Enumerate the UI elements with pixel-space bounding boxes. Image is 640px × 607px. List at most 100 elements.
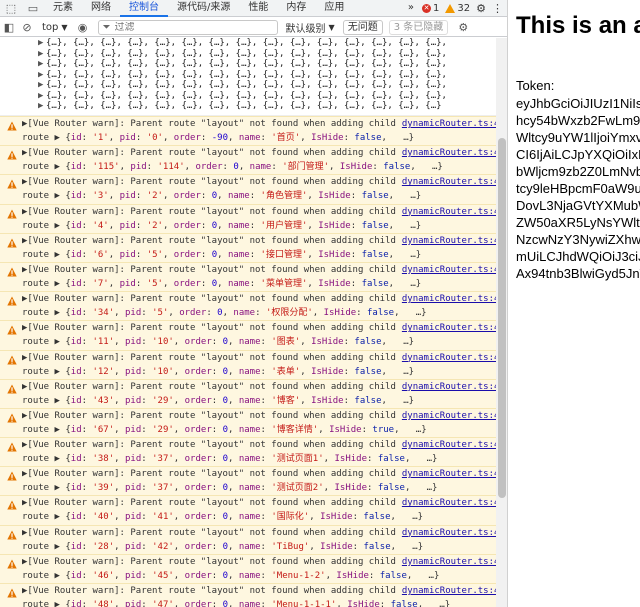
- warning-message[interactable]: ▶[Vue Router warn]: Parent route "layout…: [0, 553, 496, 583]
- warning-text[interactable]: ▶[Vue Router warn]: Parent route "layout…: [22, 438, 396, 452]
- warning-text[interactable]: ▶[Vue Router warn]: Parent route "layout…: [22, 526, 396, 540]
- warning-message[interactable]: ▶[Vue Router warn]: Parent route "layout…: [0, 145, 496, 175]
- warning-text[interactable]: ▶[Vue Router warn]: Parent route "layout…: [22, 205, 396, 219]
- live-expression-eye-icon[interactable]: ◉: [74, 18, 92, 37]
- route-object[interactable]: route ▶ {id: '7', pid: '5', order: 0, na…: [22, 277, 496, 291]
- array-line[interactable]: ▶ {…}, {…}, {…}, {…}, {…}, {…}, {…}, {…},…: [38, 49, 496, 60]
- expand-caret-icon[interactable]: ▶: [38, 101, 46, 112]
- array-line[interactable]: ▶ {…}, {…}, {…}, {…}, {…}, {…}, {…}, {…},…: [38, 91, 496, 102]
- source-link[interactable]: dynamicRouter.ts:42: [402, 205, 496, 219]
- source-link[interactable]: dynamicRouter.ts:42: [402, 234, 496, 248]
- warning-text[interactable]: ▶[Vue Router warn]: Parent route "layout…: [22, 117, 396, 131]
- sidebar-toggle-icon[interactable]: ◧: [0, 18, 18, 37]
- array-line[interactable]: ▶ {…}, {…}, {…}, {…}, {…}, {…}, {…}, {…},…: [38, 70, 496, 81]
- source-link[interactable]: dynamicRouter.ts:42: [402, 117, 496, 131]
- warning-message[interactable]: ▶[Vue Router warn]: Parent route "layout…: [0, 466, 496, 496]
- route-object[interactable]: route ▶ {id: '28', pid: '42', order: 0, …: [22, 540, 496, 554]
- source-link[interactable]: dynamicRouter.ts:42: [402, 555, 496, 569]
- route-object[interactable]: route ▶ {id: '46', pid: '45', order: 0, …: [22, 569, 496, 583]
- warning-message[interactable]: ▶[Vue Router warn]: Parent route "layout…: [0, 349, 496, 379]
- warning-message[interactable]: ▶[Vue Router warn]: Parent route "layout…: [0, 291, 496, 321]
- route-object[interactable]: route ▶ {id: '39', pid: '37', order: 0, …: [22, 481, 496, 495]
- tab-3[interactable]: 源代码/来源: [168, 0, 239, 17]
- warning-message[interactable]: ▶[Vue Router warn]: Parent route "layout…: [0, 583, 496, 607]
- source-link[interactable]: dynamicRouter.ts:42: [402, 175, 496, 189]
- source-link[interactable]: dynamicRouter.ts:42: [402, 146, 496, 160]
- source-link[interactable]: dynamicRouter.ts:42: [402, 380, 496, 394]
- warning-text[interactable]: ▶[Vue Router warn]: Parent route "layout…: [22, 496, 396, 510]
- route-object[interactable]: route ▶ {id: '4', pid: '2', order: 0, na…: [22, 219, 496, 233]
- warning-text[interactable]: ▶[Vue Router warn]: Parent route "layout…: [22, 321, 396, 335]
- settings-gear-icon[interactable]: ⚙: [476, 2, 486, 15]
- source-link[interactable]: dynamicRouter.ts:42: [402, 321, 496, 335]
- warning-message[interactable]: ▶[Vue Router warn]: Parent route "layout…: [0, 407, 496, 438]
- route-object[interactable]: route ▶ {id: '67', pid: '29', order: 0, …: [22, 423, 496, 437]
- source-link[interactable]: dynamicRouter.ts:42: [402, 526, 496, 540]
- warning-message[interactable]: ▶[Vue Router warn]: Parent route "layout…: [0, 203, 496, 233]
- more-options-icon[interactable]: ⋮: [492, 2, 503, 15]
- source-link[interactable]: dynamicRouter.ts:42: [402, 584, 496, 598]
- tab-5[interactable]: 内存: [277, 0, 315, 17]
- warning-text[interactable]: ▶[Vue Router warn]: Parent route "layout…: [22, 584, 396, 598]
- warning-message[interactable]: ▶[Vue Router warn]: Parent route "layout…: [0, 232, 496, 262]
- warning-message[interactable]: ▶[Vue Router warn]: Parent route "layout…: [0, 524, 496, 554]
- warning-text[interactable]: ▶[Vue Router warn]: Parent route "layout…: [22, 292, 396, 306]
- expand-caret-icon[interactable]: ▶: [38, 49, 46, 60]
- route-object[interactable]: route ▶ {id: '43', pid: '29', order: 0, …: [22, 394, 496, 408]
- tab-2[interactable]: 控制台: [120, 0, 168, 17]
- warning-text[interactable]: ▶[Vue Router warn]: Parent route "layout…: [22, 555, 396, 569]
- expand-caret-icon[interactable]: ▶: [38, 70, 46, 81]
- log-level-dropdown[interactable]: 默认级别 ▼: [286, 20, 335, 35]
- tab-1[interactable]: 网络: [82, 0, 120, 17]
- source-link[interactable]: dynamicRouter.ts:42: [402, 263, 496, 277]
- source-link[interactable]: dynamicRouter.ts:42: [402, 351, 496, 365]
- source-link[interactable]: dynamicRouter.ts:42: [402, 292, 496, 306]
- tab-0[interactable]: 元素: [44, 0, 82, 17]
- route-object[interactable]: route ▶ {id: '48', pid: '47', order: 0, …: [22, 598, 496, 607]
- warning-text[interactable]: ▶[Vue Router warn]: Parent route "layout…: [22, 467, 396, 481]
- context-selector[interactable]: top ▼: [36, 22, 74, 33]
- console-settings-gear-icon[interactable]: ⚙: [454, 18, 472, 37]
- scrollbar-thumb[interactable]: [498, 138, 506, 498]
- clear-console-icon[interactable]: ⊘: [18, 18, 36, 37]
- warnings-badge[interactable]: 32: [445, 3, 470, 14]
- warning-text[interactable]: ▶[Vue Router warn]: Parent route "layout…: [22, 351, 396, 365]
- console-scrollbar[interactable]: [496, 38, 507, 607]
- warning-text[interactable]: ▶[Vue Router warn]: Parent route "layout…: [22, 380, 396, 394]
- expand-caret-icon[interactable]: ▶: [38, 59, 46, 70]
- warning-message[interactable]: ▶[Vue Router warn]: Parent route "layout…: [0, 495, 496, 525]
- array-line[interactable]: ▶ {…}, {…}, {…}, {…}, {…}, {…}, {…}, {…},…: [38, 80, 496, 91]
- warning-text[interactable]: ▶[Vue Router warn]: Parent route "layout…: [22, 146, 396, 160]
- array-line[interactable]: ▶ {…}, {…}, {…}, {…}, {…}, {…}, {…}, {…},…: [38, 38, 496, 49]
- errors-badge[interactable]: ✕ 1: [422, 3, 439, 14]
- route-object[interactable]: route ▶ {id: '12', pid: '10', order: 0, …: [22, 365, 496, 379]
- route-object[interactable]: route ▶ {id: '38', pid: '37', order: 0, …: [22, 452, 496, 466]
- route-object[interactable]: route ▶ {id: '40', pid: '41', order: 0, …: [22, 510, 496, 524]
- route-object[interactable]: route ▶ {id: '3', pid: '2', order: 0, na…: [22, 189, 496, 203]
- route-object[interactable]: route ▶ {id: '11', pid: '10', order: 0, …: [22, 335, 496, 349]
- warning-text[interactable]: ▶[Vue Router warn]: Parent route "layout…: [22, 409, 396, 423]
- filter-input[interactable]: [114, 21, 265, 33]
- source-link[interactable]: dynamicRouter.ts:42: [402, 409, 496, 423]
- array-line[interactable]: ▶ {…}, {…}, {…}, {…}, {…}, {…}, {…}, {…},…: [38, 101, 496, 112]
- array-line[interactable]: ▶ {…}, {…}, {…}, {…}, {…}, {…}, {…}, {…},…: [38, 59, 496, 70]
- expand-caret-icon[interactable]: ▶: [38, 91, 46, 102]
- issues-button[interactable]: 无问题: [342, 19, 383, 35]
- expand-caret-icon[interactable]: ▶: [38, 38, 46, 49]
- warning-message[interactable]: ▶[Vue Router warn]: Parent route "layout…: [0, 116, 496, 146]
- warning-message[interactable]: ▶[Vue Router warn]: Parent route "layout…: [0, 437, 496, 467]
- warning-text[interactable]: ▶[Vue Router warn]: Parent route "layout…: [22, 234, 396, 248]
- device-toggle-icon[interactable]: ▭: [22, 0, 44, 17]
- warning-message[interactable]: ▶[Vue Router warn]: Parent route "layout…: [0, 261, 496, 292]
- route-object[interactable]: route ▶ {id: '115', pid: '114', order: 0…: [22, 160, 496, 174]
- warning-message[interactable]: ▶[Vue Router warn]: Parent route "layout…: [0, 378, 496, 408]
- warning-text[interactable]: ▶[Vue Router warn]: Parent route "layout…: [22, 175, 396, 189]
- source-link[interactable]: dynamicRouter.ts:42: [402, 438, 496, 452]
- tab-4[interactable]: 性能: [239, 0, 277, 17]
- route-object[interactable]: route ▶ {id: '6', pid: '5', order: 0, na…: [22, 248, 496, 262]
- warning-message[interactable]: ▶[Vue Router warn]: Parent route "layout…: [0, 174, 496, 204]
- route-object[interactable]: route ▶ {id: '1', pid: '0', order: -90, …: [22, 131, 496, 145]
- warning-text[interactable]: ▶[Vue Router warn]: Parent route "layout…: [22, 263, 396, 277]
- inspect-element-icon[interactable]: ⬚: [0, 0, 22, 17]
- tab-6[interactable]: 应用: [315, 0, 353, 17]
